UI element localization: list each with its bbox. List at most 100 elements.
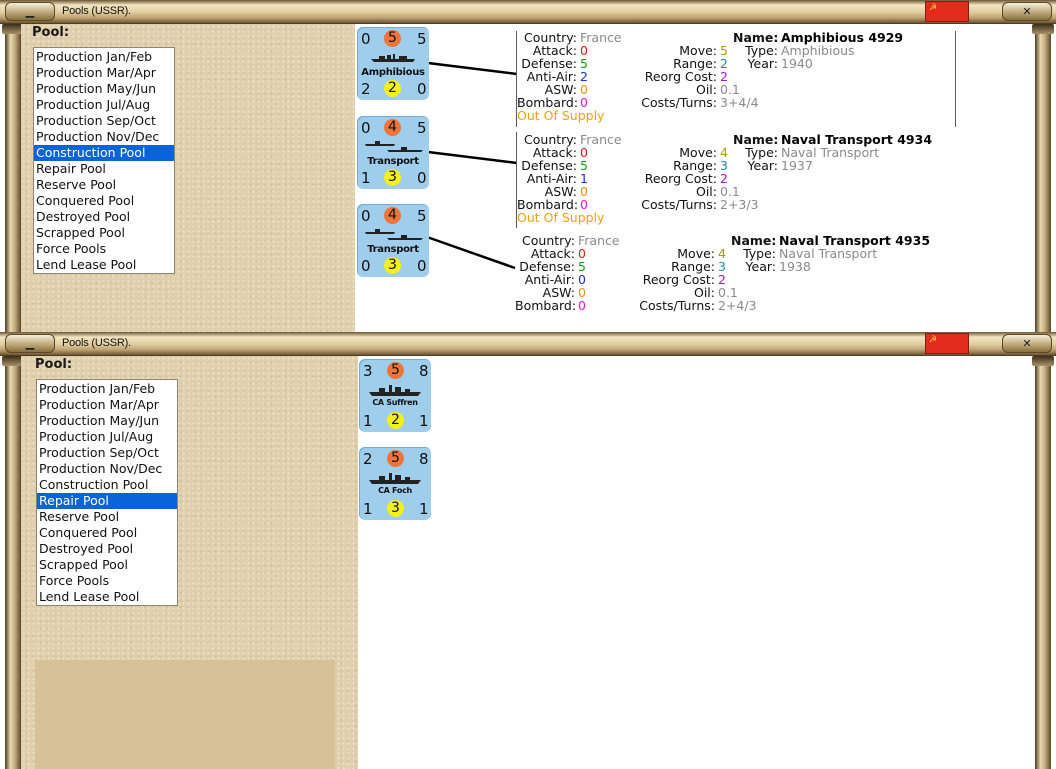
unit-counter[interactable]: 0 5 5 Amphibious 2 2 0 xyxy=(357,27,429,100)
pool-item[interactable]: Scrapped Pool xyxy=(34,225,174,241)
unit-area: 3 5 8 CA Suffren 1 2 1 2 5 8 CA Foch 1 3… xyxy=(358,356,1025,769)
pool-listbox[interactable]: Production Jan/Feb Production Mar/Apr Pr… xyxy=(36,379,178,606)
year-value: 1940 xyxy=(781,56,813,71)
counter-value: 1 xyxy=(363,500,373,518)
counter-value: 8 xyxy=(419,450,429,468)
minimize-button[interactable]: ▁ xyxy=(5,334,55,353)
pool-item[interactable]: Production May/Jun xyxy=(37,413,177,429)
bombard-label: Bombard: xyxy=(515,298,577,313)
pool-item[interactable]: Lend Lease Pool xyxy=(34,257,174,273)
pool-item[interactable]: Reserve Pool xyxy=(37,509,177,525)
transport-ship-icon xyxy=(365,229,423,240)
counter-unit-name: CA Suffren xyxy=(372,398,418,407)
pool-item[interactable]: Reserve Pool xyxy=(34,177,174,193)
info-panel xyxy=(35,660,335,769)
experience-circle: 3 xyxy=(387,500,404,517)
costs-label: Costs/Turns: xyxy=(641,197,717,212)
pool-item[interactable]: Production Sep/Oct xyxy=(34,113,174,129)
counter-value: 0 xyxy=(361,257,371,275)
unit-counter[interactable]: 0 4 5 Transport 0 3 0 xyxy=(357,204,429,277)
counter-value: 3 xyxy=(363,362,373,380)
costs-label: Costs/Turns: xyxy=(639,298,715,313)
counter-value: 1 xyxy=(361,169,371,187)
amphibious-ship-icon xyxy=(371,54,415,62)
costs-value: 2+3/3 xyxy=(720,197,759,212)
counter-value: 1 xyxy=(419,412,429,430)
pool-listbox[interactable]: Production Jan/Feb Production Mar/Apr Pr… xyxy=(33,47,175,274)
counter-value: 2 xyxy=(363,450,373,468)
unit-counter[interactable]: 3 5 8 CA Suffren 1 2 1 xyxy=(359,359,431,432)
counter-value: 2 xyxy=(361,80,371,98)
frame-right xyxy=(1032,356,1054,769)
pool-item[interactable]: Repair Pool xyxy=(34,161,174,177)
year-label: Year: xyxy=(747,158,778,173)
window-title: Pools (USSR). xyxy=(62,337,131,349)
experience-circle: 2 xyxy=(387,412,404,429)
pool-item[interactable]: Production Jan/Feb xyxy=(34,49,174,65)
pools-window-top: ▁ Pools (USSR). ☭ ✕ Pool: Production Jan… xyxy=(0,0,1056,332)
bombard-value: 0 xyxy=(578,298,586,313)
pool-item[interactable]: Lend Lease Pool xyxy=(37,589,177,605)
unit-area: 0 5 5 Amphibious 2 2 0 0 4 5 Transport 1 xyxy=(355,24,1025,332)
pool-item[interactable]: Production Mar/Apr xyxy=(37,397,177,413)
pool-item[interactable]: Production May/Jun xyxy=(34,81,174,97)
pool-item[interactable]: Conquered Pool xyxy=(34,193,174,209)
window-title: Pools (USSR). xyxy=(62,5,131,17)
pools-window-bottom: ▁ Pools (USSR). ☭ ✕ Pool: Production Jan… xyxy=(0,332,1056,769)
title-bar[interactable]: ▁ Pools (USSR). ☭ ✕ xyxy=(0,332,1056,356)
pool-item[interactable]: Force Pools xyxy=(34,241,174,257)
close-icon: ✕ xyxy=(1022,5,1032,18)
unit-counter[interactable]: 0 4 5 Transport 1 3 0 xyxy=(357,116,429,189)
counter-value: 0 xyxy=(417,257,427,275)
counter-unit-name: CA Foch xyxy=(378,486,412,495)
experience-circle: 3 xyxy=(384,257,401,274)
counter-value: 1 xyxy=(419,500,429,518)
minimize-icon: ▁ xyxy=(25,337,35,350)
pool-item[interactable]: Production Sep/Oct xyxy=(37,445,177,461)
counter-unit-name: Amphibious xyxy=(361,67,425,78)
supply-status: Out Of Supply xyxy=(517,210,605,225)
pool-item[interactable]: Production Jan/Feb xyxy=(37,381,177,397)
pool-item[interactable]: Destroyed Pool xyxy=(37,541,177,557)
title-bar[interactable]: ▁ Pools (USSR). ☭ ✕ xyxy=(0,0,1056,24)
pool-item[interactable]: Production Nov/Dec xyxy=(34,129,174,145)
year-value: 1937 xyxy=(781,158,813,173)
pool-item[interactable]: Production Mar/Apr xyxy=(34,65,174,81)
close-button[interactable]: ✕ xyxy=(1002,2,1052,21)
costs-value: 3+4/4 xyxy=(720,95,759,110)
pool-item[interactable]: Construction Pool xyxy=(37,477,177,493)
pool-item[interactable]: Destroyed Pool xyxy=(34,209,174,225)
experience-circle: 3 xyxy=(384,169,401,186)
pool-label: Pool: xyxy=(32,25,70,40)
frame-left xyxy=(2,356,24,769)
pool-item[interactable]: Force Pools xyxy=(37,573,177,589)
pool-item-selected[interactable]: Repair Pool xyxy=(37,493,177,509)
frame-left xyxy=(2,24,24,332)
strength-circle: 5 xyxy=(387,450,404,467)
supply-status: Out Of Supply xyxy=(517,108,605,123)
cruiser-ship-icon xyxy=(369,385,421,396)
close-button[interactable]: ✕ xyxy=(1002,334,1052,353)
counter-unit-name: Transport xyxy=(367,244,419,255)
minimize-button[interactable]: ▁ xyxy=(5,2,55,21)
pool-label: Pool: xyxy=(35,357,73,372)
counter-unit-name: Transport xyxy=(367,156,419,167)
pool-item-selected[interactable]: Construction Pool xyxy=(34,145,174,161)
ussr-flag-icon: ☭ xyxy=(925,1,969,22)
unit-counter[interactable]: 2 5 8 CA Foch 1 3 1 xyxy=(359,447,431,520)
counter-value: 8 xyxy=(419,362,429,380)
pool-item[interactable]: Scrapped Pool xyxy=(37,557,177,573)
pool-item[interactable]: Production Jul/Aug xyxy=(34,97,174,113)
cruiser-ship-icon xyxy=(369,473,421,484)
counter-value: 0 xyxy=(417,169,427,187)
counter-value: 1 xyxy=(363,412,373,430)
close-icon: ✕ xyxy=(1022,337,1032,350)
strength-circle: 5 xyxy=(387,362,404,379)
ussr-flag-icon: ☭ xyxy=(925,333,969,354)
minimize-icon: ▁ xyxy=(25,5,35,18)
pool-item[interactable]: Production Jul/Aug xyxy=(37,429,177,445)
year-value: 1938 xyxy=(779,259,811,274)
pool-item[interactable]: Production Nov/Dec xyxy=(37,461,177,477)
pool-item[interactable]: Conquered Pool xyxy=(37,525,177,541)
transport-ship-icon xyxy=(365,141,423,152)
